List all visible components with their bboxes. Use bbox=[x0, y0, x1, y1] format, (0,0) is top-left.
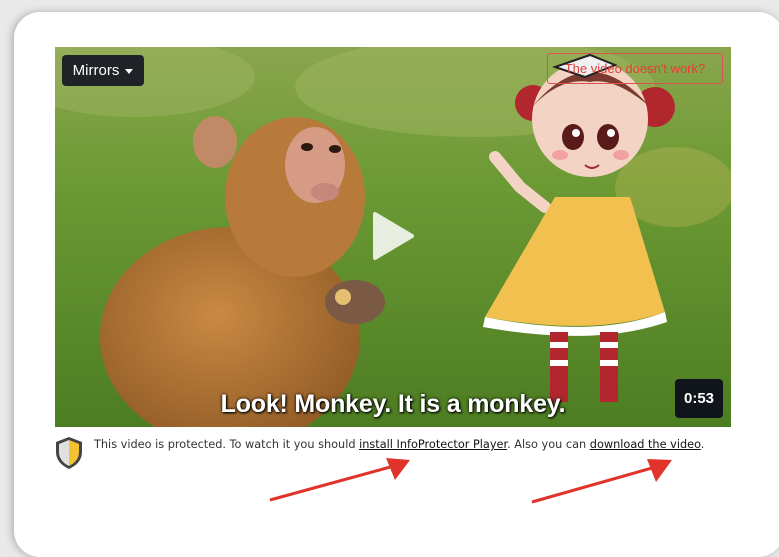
download-video-link[interactable]: download the video bbox=[590, 438, 701, 451]
caret-down-icon bbox=[125, 68, 134, 74]
video-not-working-link[interactable]: The video doesn't work? bbox=[547, 53, 723, 84]
notice-text-before: This video is protected. To watch it you… bbox=[94, 438, 360, 451]
play-icon[interactable] bbox=[371, 211, 415, 261]
notice-text-after: . bbox=[700, 438, 705, 451]
video-subtitle: Look! Monkey. It is a monkey. bbox=[220, 390, 566, 418]
video-player[interactable]: Mirrors The video doesn't work? Look! Mo… bbox=[55, 47, 731, 427]
arrow-to-download-icon bbox=[531, 459, 672, 504]
install-player-link[interactable]: install InfoProtector Player bbox=[359, 438, 507, 451]
arrow-to-install-icon bbox=[269, 458, 410, 502]
notice-text-middle: . Also you can bbox=[507, 438, 590, 451]
mirrors-button[interactable]: Mirrors bbox=[62, 55, 144, 86]
duration-badge: 0:53 bbox=[675, 379, 723, 418]
video-not-working-label: The video doesn't work? bbox=[564, 61, 706, 76]
shield-icon bbox=[56, 437, 82, 469]
notice-text: This video is protected. To watch it you… bbox=[94, 436, 731, 454]
mirrors-button-label: Mirrors bbox=[72, 62, 120, 79]
